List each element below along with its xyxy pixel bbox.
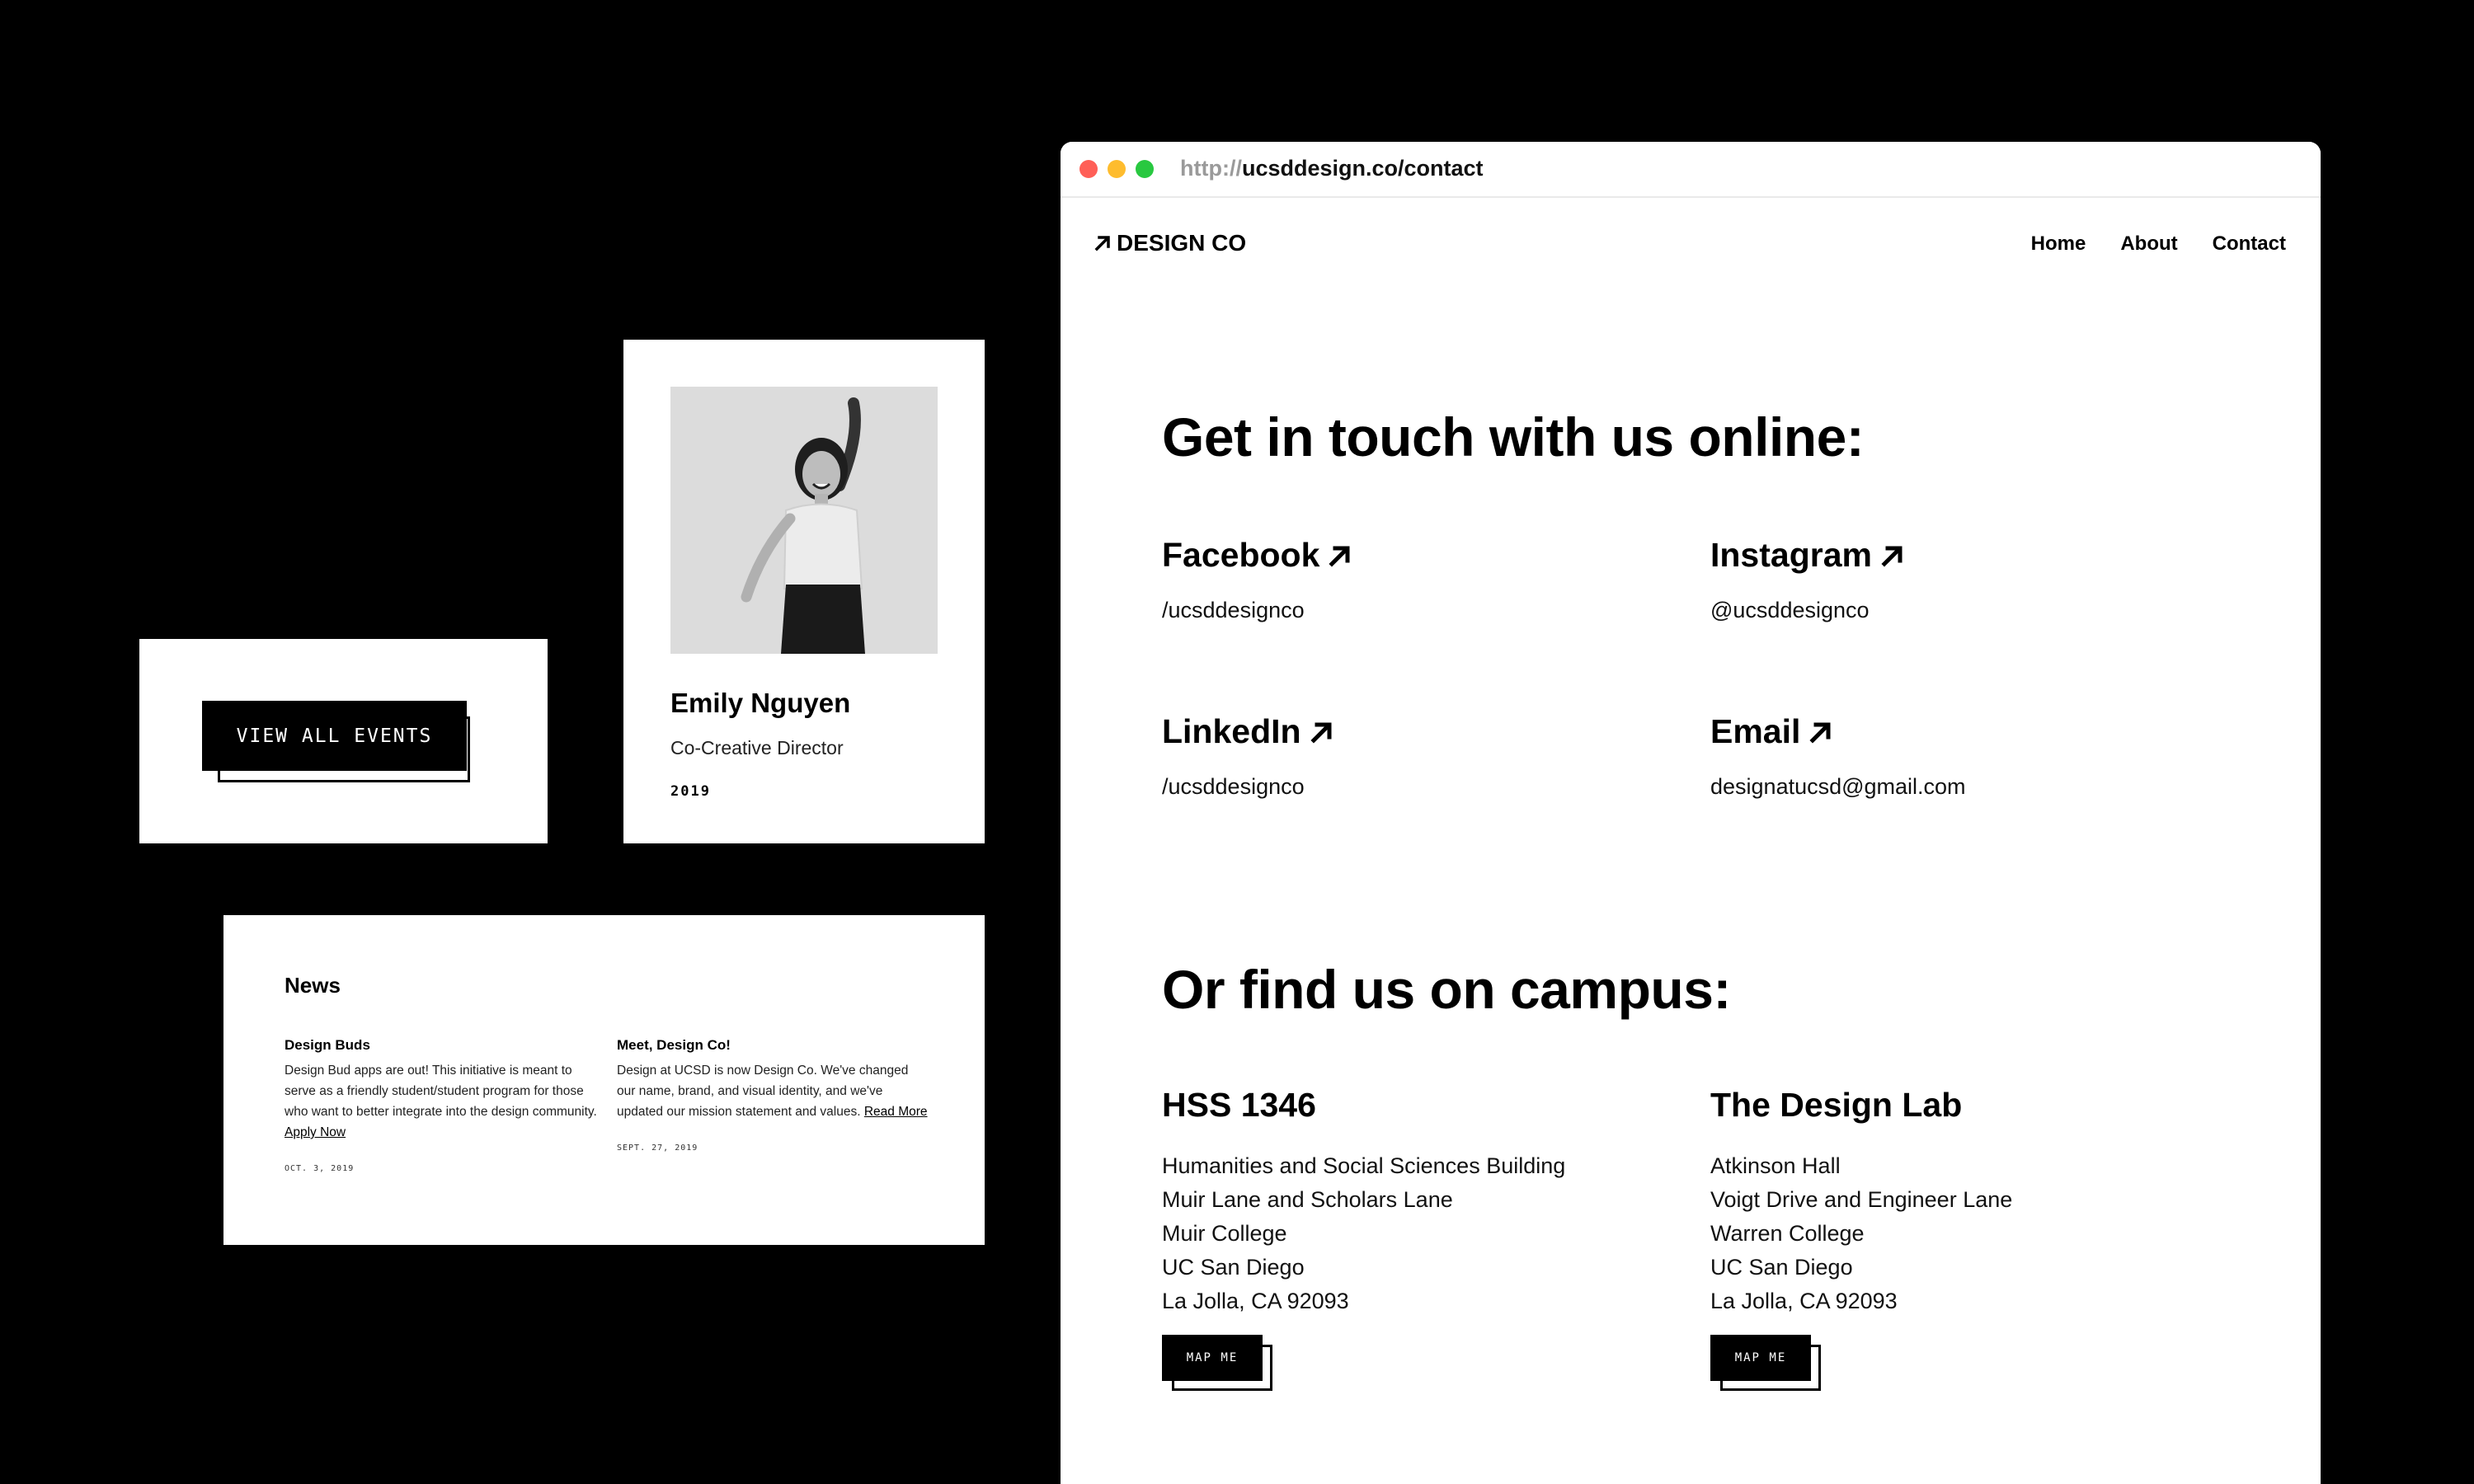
read-more-link[interactable]: Read More (864, 1105, 928, 1119)
profile-card: Emily Nguyen Co-Creative Director 2019 (623, 340, 985, 843)
email-link[interactable]: Email (1710, 712, 1966, 751)
profile-role: Co-Creative Director (670, 737, 844, 758)
linkedin-link[interactable]: LinkedIn (1162, 712, 1334, 751)
location-design-lab: The Design Lab Atkinson Hall Voigt Drive… (1710, 1086, 2012, 1394)
online-heading: Get in touch with us online: (1162, 406, 1865, 467)
arrow-up-right-icon (1310, 721, 1332, 744)
address-line: UC San Diego (1162, 1255, 1305, 1280)
arrow-up-right-icon (1329, 545, 1350, 567)
location-name: HSS 1346 (1162, 1086, 1316, 1124)
map-me-button-group[interactable]: MAP ME (1710, 1335, 1826, 1394)
close-window-dot[interactable] (1079, 160, 1098, 178)
location-hss: HSS 1346 Humanities and Social Sciences … (1162, 1086, 1565, 1394)
news-item-date: OCT. 3, 2019 (285, 1164, 355, 1173)
view-all-events-button-group[interactable]: VIEW ALL EVENTS (202, 701, 478, 783)
main-nav: Home About Contact (2031, 232, 2286, 256)
social-handle: /ucsddesignco (1162, 774, 1305, 799)
events-card: VIEW ALL EVENTS (139, 639, 548, 843)
url-protocol: http:// (1180, 156, 1242, 181)
address-line: Muir Lane and Scholars Lane (1162, 1187, 1453, 1212)
address-bar[interactable]: http://ucsddesign.co/contact (1180, 156, 1484, 181)
profile-photo (670, 387, 938, 654)
profile-year: 2019 (670, 783, 711, 800)
news-item-body: Design at UCSD is now Design Co. We've c… (617, 1060, 930, 1122)
address-line: Voigt Drive and Engineer Lane (1710, 1187, 2013, 1212)
address-line: UC San Diego (1710, 1255, 1853, 1280)
news-card: News Design Buds Design Bud apps are out… (223, 915, 985, 1245)
social-email: Email designatucsd@gmail.com (1710, 712, 1966, 800)
social-name: Instagram (1710, 536, 1872, 574)
social-linkedin: LinkedIn /ucsddesignco (1162, 712, 1334, 800)
news-title: News (285, 973, 341, 998)
news-item-date: SEPT. 27, 2019 (617, 1144, 698, 1153)
news-item-title: Design Buds (285, 1037, 370, 1053)
location-address: Atkinson Hall Voigt Drive and Engineer L… (1710, 1149, 2012, 1318)
address-line: La Jolla, CA 92093 (1162, 1289, 1349, 1313)
location-name: The Design Lab (1710, 1086, 1963, 1124)
address-line: Warren College (1710, 1221, 1865, 1246)
social-instagram: Instagram @ucsddesignco (1710, 536, 1905, 623)
site-logo[interactable]: DESIGN CO (1094, 230, 1246, 256)
arrow-up-right-icon (1881, 545, 1903, 567)
instagram-link[interactable]: Instagram (1710, 536, 1905, 575)
news-item-body: Design Bud apps are out! This initiative… (285, 1060, 598, 1143)
map-me-button[interactable]: MAP ME (1710, 1335, 1811, 1381)
browser-window: http://ucsddesign.co/contact DESIGN CO H… (1061, 142, 2321, 1484)
nav-contact[interactable]: Contact (2213, 232, 2286, 256)
profile-name: Emily Nguyen (670, 688, 851, 718)
nav-home[interactable]: Home (2031, 232, 2086, 256)
nav-about[interactable]: About (2120, 232, 2177, 256)
news-item: Design Buds Design Bud apps are out! Thi… (285, 1037, 598, 1173)
news-item-text: Design Bud apps are out! This initiative… (285, 1064, 597, 1119)
news-item: Meet, Design Co! Design at UCSD is now D… (617, 1037, 930, 1153)
social-handle: /ucsddesignco (1162, 598, 1305, 622)
map-me-button[interactable]: MAP ME (1162, 1335, 1263, 1381)
social-name: Facebook (1162, 536, 1320, 574)
minimize-window-dot[interactable] (1108, 160, 1126, 178)
site-logo-text: DESIGN CO (1117, 230, 1247, 256)
address-line: Muir College (1162, 1221, 1287, 1246)
address-line: Humanities and Social Sciences Building (1162, 1153, 1566, 1178)
map-me-button-group[interactable]: MAP ME (1162, 1335, 1277, 1394)
browser-title-bar: http://ucsddesign.co/contact (1061, 142, 2321, 198)
apply-now-link[interactable]: Apply Now (285, 1125, 346, 1139)
social-name: LinkedIn (1162, 712, 1301, 750)
address-line: Atkinson Hall (1710, 1153, 1841, 1178)
social-facebook: Facebook /ucsddesignco (1162, 536, 1352, 623)
url-path: ucsddesign.co/contact (1241, 156, 1484, 181)
social-name: Email (1710, 712, 1801, 750)
arrow-up-right-icon (1094, 236, 1110, 251)
location-address: Humanities and Social Sciences Building … (1162, 1149, 1565, 1318)
view-all-events-button[interactable]: VIEW ALL EVENTS (202, 701, 467, 771)
news-item-title: Meet, Design Co! (617, 1037, 731, 1053)
social-handle: @ucsddesignco (1710, 598, 1870, 622)
campus-heading: Or find us on campus: (1162, 959, 1731, 1020)
maximize-window-dot[interactable] (1136, 160, 1154, 178)
address-line: La Jolla, CA 92093 (1710, 1289, 1898, 1313)
facebook-link[interactable]: Facebook (1162, 536, 1352, 575)
social-handle: designatucsd@gmail.com (1710, 774, 1966, 799)
arrow-up-right-icon (1809, 721, 1831, 744)
